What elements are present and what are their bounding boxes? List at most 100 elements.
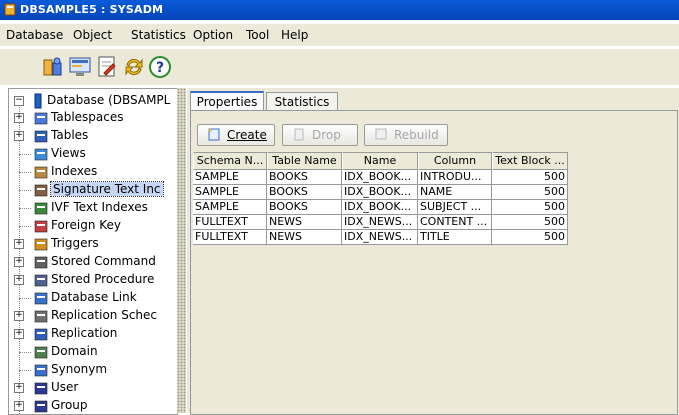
tab-properties[interactable]: Properties (190, 91, 264, 111)
tree-item-label: Synonym (51, 362, 108, 376)
tree-item-domain[interactable]: Domain (9, 343, 177, 361)
table-cell[interactable]: 500 (492, 230, 568, 245)
table-cell[interactable]: BOOKS (267, 200, 342, 215)
tab-statistics[interactable]: Statistics (266, 92, 338, 111)
table-cell[interactable]: IDX_BOOK... (342, 185, 418, 200)
tree-item-views[interactable]: Views (9, 145, 177, 163)
splitter-handle[interactable] (177, 88, 186, 413)
table-cell[interactable]: BOOKS (267, 170, 342, 185)
tree-item-group[interactable]: + Group (9, 397, 177, 414)
column-header[interactable]: Name (342, 152, 418, 170)
expand-icon[interactable]: + (14, 239, 24, 249)
table-cell[interactable]: NEWS (267, 230, 342, 245)
table-cell[interactable]: NEWS (267, 215, 342, 230)
rebuild-button[interactable]: Rebuild (364, 124, 448, 146)
object-tree[interactable]: − Database (DBSAMPL + Tablespaces + Tables V… (8, 88, 178, 415)
expand-icon[interactable]: + (14, 311, 24, 321)
table-cell[interactable]: 500 (492, 185, 568, 200)
expand-icon[interactable]: + (14, 113, 24, 123)
tree-connector (19, 208, 31, 209)
menu-statistics[interactable]: Statistics (131, 28, 186, 42)
tree-item-foreign-key[interactable]: Foreign Key (9, 217, 177, 235)
expand-icon[interactable]: + (14, 257, 24, 267)
drop-icon (294, 128, 304, 141)
table-cell[interactable]: NAME (418, 185, 492, 200)
tree-item-replication[interactable]: + Replication (9, 325, 177, 343)
table-cell[interactable]: SAMPLE (193, 185, 267, 200)
tree-item-stored-command[interactable]: + Stored Command (9, 253, 177, 271)
tree-connector (19, 226, 31, 227)
tree-item-label: Database Link (51, 290, 137, 304)
table-cell[interactable]: SUBJECT ... (418, 200, 492, 215)
tree-connector (19, 154, 31, 155)
create-button[interactable]: Create (197, 124, 275, 146)
tree-connector (19, 172, 31, 173)
ivf-index-icon (34, 202, 48, 215)
menu-bar: Database Object Statistics Option Tool H… (0, 24, 679, 46)
tree-item-label: Stored Procedure (51, 272, 155, 286)
expand-icon[interactable]: + (14, 383, 24, 393)
table-cell[interactable]: FULLTEXT (193, 215, 267, 230)
edit-icon[interactable] (95, 55, 119, 79)
drop-button[interactable]: Drop (282, 124, 358, 146)
tree-item-triggers[interactable]: + Triggers (9, 235, 177, 253)
tree-item-label: Signature Text Inc (50, 181, 164, 197)
column-header[interactable]: Schema N... (193, 152, 267, 170)
tree-item-label: Triggers (51, 236, 99, 250)
tree-item-database-link[interactable]: Database Link (9, 289, 177, 307)
tree-connector (19, 190, 31, 191)
users-icon[interactable] (41, 55, 65, 79)
column-header[interactable]: Table Name (267, 152, 342, 170)
menu-database[interactable]: Database (6, 28, 63, 42)
table-cell[interactable]: 500 (492, 200, 568, 215)
expand-icon[interactable]: + (14, 275, 24, 285)
user-icon (34, 382, 48, 395)
tree-item-replication-schec[interactable]: + Replication Schec (9, 307, 177, 325)
table-cell[interactable]: SAMPLE (193, 170, 267, 185)
table-cell[interactable]: IDX_NEWS... (342, 230, 418, 245)
table-cell[interactable]: IDX_BOOK... (342, 200, 418, 215)
expand-icon[interactable]: + (14, 131, 24, 141)
tree-item-label: Replication Schec (51, 308, 158, 322)
tree-connector (19, 298, 31, 299)
tree-item-stored-procedure[interactable]: + Stored Procedure (9, 271, 177, 289)
column-header[interactable]: Text Block ... (492, 152, 568, 170)
replication-schedule-icon (34, 310, 48, 323)
table-cell[interactable]: BOOKS (267, 185, 342, 200)
tree-item-ivf-text-indexes[interactable]: IVF Text Indexes (9, 199, 177, 217)
menu-tool[interactable]: Tool (246, 28, 269, 42)
tree-item-signature-text-inc[interactable]: Signature Text Inc (9, 181, 177, 199)
table-cell[interactable]: IDX_BOOK... (342, 170, 418, 185)
menu-option[interactable]: Option (193, 28, 233, 42)
table-cell[interactable]: INTRODU... (418, 170, 492, 185)
replication-icon (34, 328, 48, 341)
table-cell[interactable]: FULLTEXT (193, 230, 267, 245)
tree-item-label: Group (51, 398, 88, 412)
svg-text:?: ? (156, 60, 164, 76)
expand-icon[interactable]: + (14, 329, 24, 339)
drop-label: Drop (312, 128, 341, 142)
refresh-icon[interactable] (122, 55, 146, 79)
table-cell[interactable]: 500 (492, 170, 568, 185)
table-cell[interactable]: IDX_NEWS... (342, 215, 418, 230)
tree-root[interactable]: − Database (DBSAMPL (9, 92, 177, 110)
tree-item-tablespaces[interactable]: + Tablespaces (9, 109, 177, 127)
menu-object[interactable]: Object (73, 28, 112, 42)
rebuild-icon (375, 128, 387, 140)
table-cell[interactable]: SAMPLE (193, 200, 267, 215)
tree-item-tables[interactable]: + Tables (9, 127, 177, 145)
menu-help[interactable]: Help (281, 28, 308, 42)
tree-item-synonym[interactable]: Synonym (9, 361, 177, 379)
tablespaces-icon (34, 112, 48, 125)
expand-icon[interactable]: + (14, 401, 24, 411)
table-cell[interactable]: 500 (492, 215, 568, 230)
tree-item-indexes[interactable]: Indexes (9, 163, 177, 181)
column-header[interactable]: Column (418, 152, 492, 170)
monitor-icon[interactable] (68, 55, 92, 79)
table-cell[interactable]: CONTENT ... (418, 215, 492, 230)
help-icon[interactable]: ? (148, 55, 172, 79)
database-icon (34, 93, 42, 109)
tree-item-label: User (51, 380, 79, 394)
table-cell[interactable]: TITLE (418, 230, 492, 245)
tree-item-user[interactable]: + User (9, 379, 177, 397)
